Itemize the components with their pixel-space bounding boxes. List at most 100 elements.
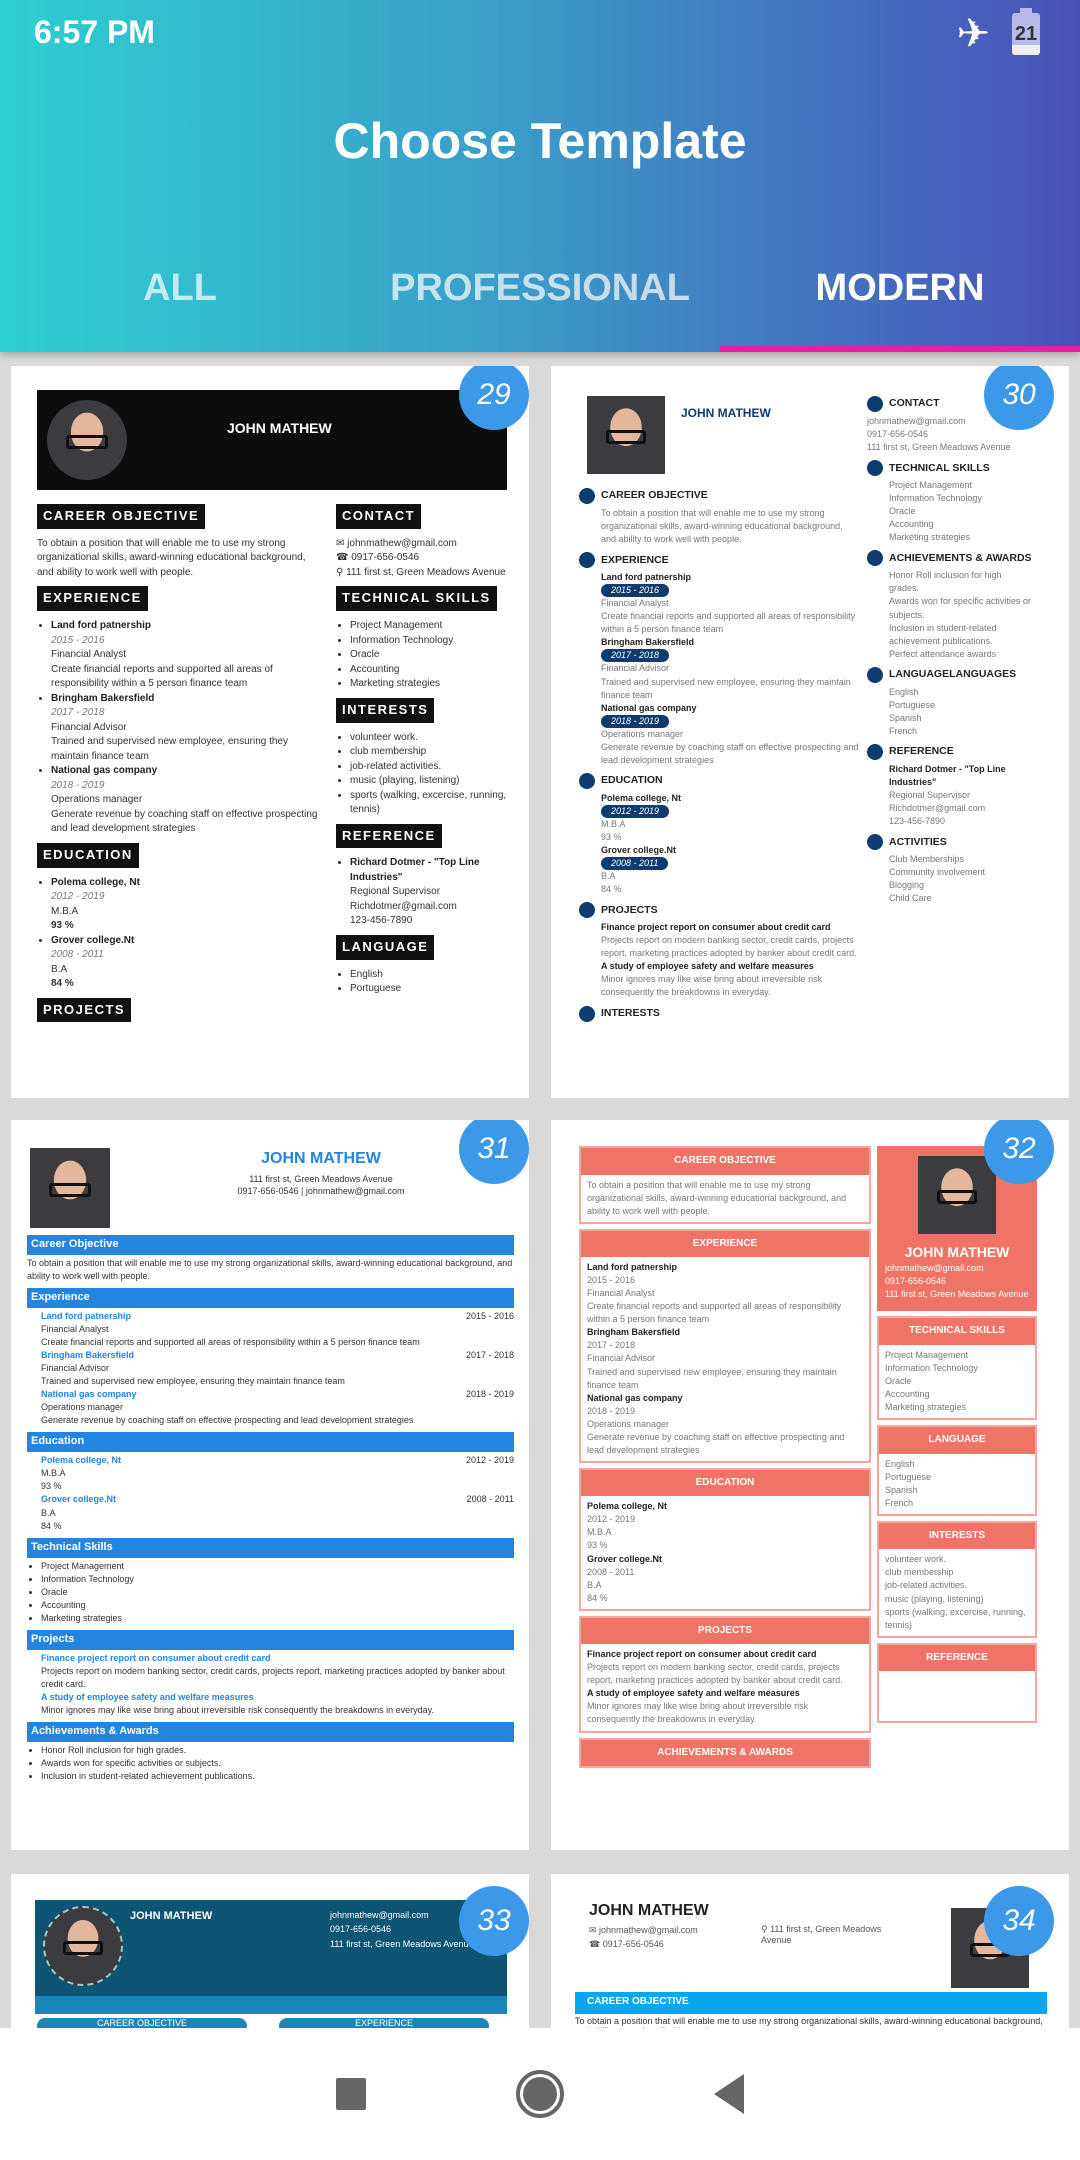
list-item: Accounting <box>350 663 511 678</box>
project-title: Finance project report on consumer about… <box>587 1649 817 1660</box>
skills-list: Project Management Information Technolog… <box>336 619 511 692</box>
objective-text: To obtain a position that will enable me… <box>37 537 306 578</box>
template-card-30[interactable]: 30 JOHN MATHEW CAREER OBJECTIVE To obtai… <box>551 366 1069 1098</box>
tab-professional[interactable]: PROFESSIONAL <box>360 260 720 352</box>
reference-list: Richard Dotmer - "Top Line Industries" Re… <box>336 856 511 929</box>
project-desc: Projects report on modern banking sector… <box>601 935 857 959</box>
list-item: Marketing strategies <box>41 1612 514 1625</box>
company: National gas company <box>587 1392 683 1403</box>
degree: B.A <box>601 871 616 882</box>
section-heading: ACTIVITIES <box>867 834 1032 851</box>
ref-name: Richard Dotmer - "Top Line Industries" <box>889 763 1006 787</box>
education-list: Polema college, Nt 2012 - 2019 M.B.A 93 % G… <box>581 1496 869 1608</box>
heart-icon <box>579 1005 595 1022</box>
page-title: Choose Template <box>333 113 747 169</box>
list-item: club membership <box>885 1567 954 1578</box>
template-number-badge: 29 <box>459 366 529 430</box>
degree: B.A <box>587 1579 602 1590</box>
list-item: Oracle <box>885 1376 912 1387</box>
years: 2018 - 2019 <box>587 1405 636 1416</box>
section-heading: EXPERIENCE <box>37 586 148 612</box>
years: 2015 - 2016 <box>465 1310 514 1321</box>
objective-text: To obtain a position that will enable me… <box>587 1179 847 1216</box>
contact-phone: ☎ 0917-656-0546 <box>336 552 420 564</box>
template-card-34[interactable]: 34 JOHN MATHEW ✉ johnmathew@gmail.com ☎ … <box>551 1874 1069 2034</box>
education-list: Polema college, Nt 2012 - 2019 M.B.A 93 % G… <box>37 876 322 992</box>
list-item: English <box>350 968 511 983</box>
template-number-badge: 30 <box>984 366 1054 430</box>
home-button[interactable] <box>516 2070 564 2118</box>
ref-title: Regional Supervisor <box>350 886 441 898</box>
airplane-icon: ✈ <box>956 12 990 56</box>
list-item: Portuguese <box>350 982 511 997</box>
company: Land ford patnership <box>587 1262 677 1273</box>
company: Bringham Bakersfield <box>601 637 695 648</box>
list-item: English <box>889 686 919 697</box>
resume-left-column: CAREER OBJECTIVE To obtain a position th… <box>579 482 859 1025</box>
list-item: Club Memberships <box>889 854 965 865</box>
score: 84 % <box>51 978 74 990</box>
section-heading: INTERESTS <box>879 1522 1035 1550</box>
awards-box: ACHIEVEMENTS & AWARDS <box>579 1737 871 1768</box>
desc: Create financial reports and supported a… <box>51 663 273 690</box>
email: johnmathew@gmail.com <box>885 1263 984 1274</box>
role: Operations manager <box>41 1402 124 1413</box>
template-card-29[interactable]: 29 JOHN MATHEW CAREER OBJECTIVE To obtai… <box>11 366 529 1098</box>
list-item: Oracle <box>41 1586 514 1599</box>
resume-left-column: CAREER OBJECTIVE To obtain a position th… <box>37 498 322 1030</box>
list-item: Grover college.Nt 2008 - 2011 B.A 84 % <box>51 934 322 992</box>
heading-text: REFERENCE <box>889 745 954 758</box>
reference-block: Richard Dotmer - "Top Line Industries" Re… <box>867 763 1032 828</box>
tab-all[interactable]: ALL <box>0 260 360 352</box>
list-item: Accounting <box>41 1599 514 1612</box>
tab-modern[interactable]: MODERN <box>720 260 1080 352</box>
resume-name: JOHN MATHEW <box>130 1910 213 1922</box>
recents-button[interactable] <box>336 2078 366 2110</box>
resume-right-column: JOHN MATHEW johnmathew@gmail.com 0917-65… <box>877 1146 1037 1728</box>
activities-list: Club Memberships Community involvement Blo… <box>867 853 1032 905</box>
years: 2012 - 2019 <box>587 1514 636 1525</box>
list-item: music (playing, listening) <box>885 1593 984 1604</box>
years: 2015 - 2016 <box>51 634 105 646</box>
contact-email: ✉ johnmathew@gmail.com <box>336 537 457 549</box>
degree: B.A <box>41 1507 56 1518</box>
section-heading: CAREER OBJECTIVE <box>581 1148 869 1175</box>
list-item: National gas company 2018 - 2019 Operation… <box>51 764 322 837</box>
heading-text: ACTIVITIES <box>889 835 947 848</box>
contact-icon <box>867 396 883 412</box>
profile-photo <box>30 1148 110 1228</box>
section-heading: TECHNICAL SKILLS <box>867 460 1032 477</box>
desc: Generate revenue by coaching staff on ef… <box>51 808 318 835</box>
project-title: A study of employee safety and welfare m… <box>587 1688 800 1699</box>
section-heading: PROJECTS <box>579 902 859 919</box>
phone: 0917-656-0546 <box>602 1938 664 1949</box>
back-button[interactable] <box>714 2074 744 2114</box>
template-card-33[interactable]: 33 JOHN MATHEW johnmathew@gmail.com 0917… <box>11 1874 529 2034</box>
school: Polema college, Nt <box>51 876 140 888</box>
profile-photo <box>918 1156 996 1234</box>
list-item: Inclusion in student-related achievement… <box>889 622 997 646</box>
skills-list: Project Management Information Technology… <box>867 479 1032 544</box>
ref-phone: 123-456-7890 <box>889 816 946 827</box>
heading-text: CONTACT <box>889 397 940 410</box>
section-heading: Projects <box>27 1629 514 1650</box>
years-pill: 2015 - 2016 <box>601 584 670 598</box>
template-card-32[interactable]: 32 CAREER OBJECTIVE To obtain a position … <box>551 1120 1069 1850</box>
list-item: French <box>885 1497 914 1508</box>
years: 2017 - 2018 <box>587 1340 636 1351</box>
school: Polema college, Nt <box>601 792 682 803</box>
email: johnmathew@gmail.com <box>330 1910 429 1920</box>
section-heading: TECHNICAL SKILLS <box>879 1318 1035 1345</box>
years: 2018 - 2019 <box>465 1389 514 1400</box>
template-card-31[interactable]: 31 JOHN MATHEW 111 first st, Green Meado… <box>11 1120 529 1850</box>
address: 111 first st, Green Meadows Avenue <box>761 1924 882 1945</box>
years-pill: 2012 - 2019 <box>601 804 670 818</box>
degree: M.B.A <box>41 1468 66 1479</box>
section-heading: TECHNICAL SKILLS <box>336 586 497 612</box>
projects-box: PROJECTS Finance project report on consu… <box>579 1615 871 1733</box>
graduation-icon <box>579 772 595 789</box>
role: Financial Analyst <box>51 649 127 661</box>
section-heading: REFERENCE <box>879 1644 1035 1672</box>
list-item: Community involvement <box>889 867 986 878</box>
degree: B.A <box>51 963 68 975</box>
